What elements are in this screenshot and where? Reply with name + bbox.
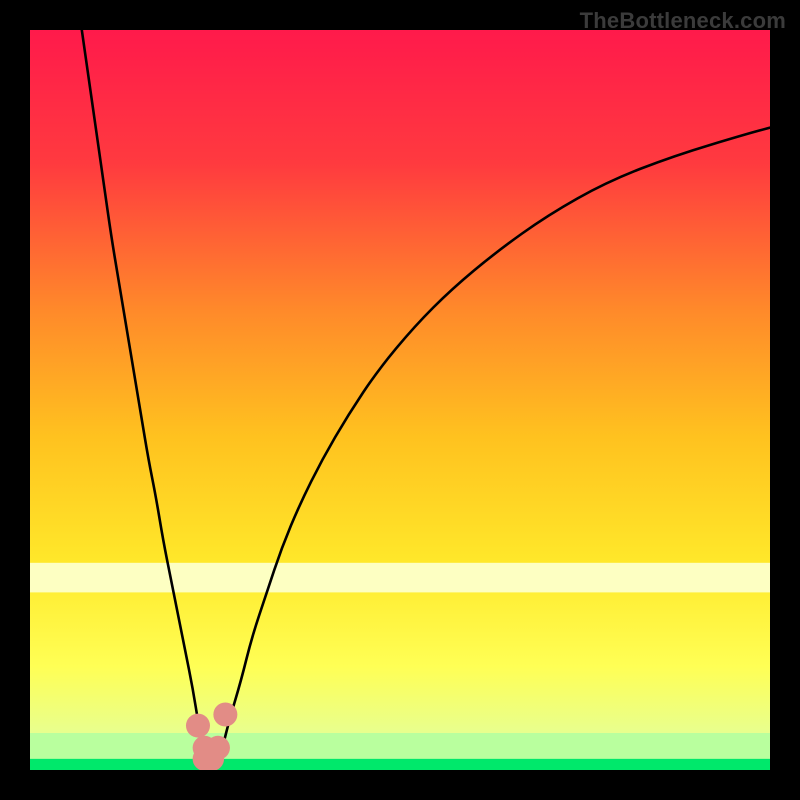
marker-cluster-point xyxy=(206,736,230,760)
chart-frame: TheBottleneck.com xyxy=(0,0,800,800)
marker-cluster-point xyxy=(186,714,210,738)
plot-outer xyxy=(30,30,770,770)
plot-svg xyxy=(30,30,770,770)
marker-cluster-point xyxy=(213,703,237,727)
bottom-band-light-yellow xyxy=(30,563,770,593)
watermark-text: TheBottleneck.com xyxy=(580,8,786,34)
bottom-band-pale-green xyxy=(30,733,770,759)
bottom-band-green xyxy=(30,759,770,770)
gradient-background xyxy=(30,30,770,770)
